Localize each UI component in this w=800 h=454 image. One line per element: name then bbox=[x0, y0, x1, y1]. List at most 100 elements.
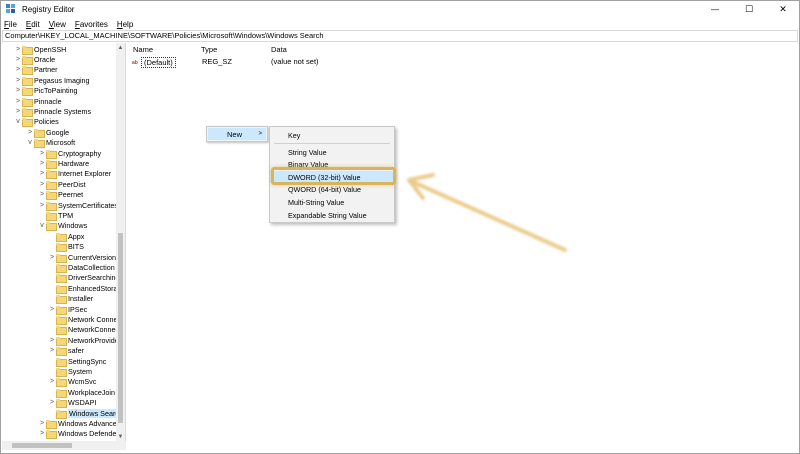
menu-edit[interactable]: Edit bbox=[26, 20, 40, 29]
chevron-right-icon[interactable]: > bbox=[38, 150, 46, 157]
address-bar[interactable]: Computer\HKEY_LOCAL_MACHINE\SOFTWARE\Pol… bbox=[2, 30, 798, 42]
chevron-right-icon[interactable]: > bbox=[38, 202, 46, 209]
scrollbar-thumb[interactable] bbox=[118, 233, 123, 423]
tree-item-label: Pinnacle Systems bbox=[34, 107, 92, 117]
tree-item[interactable]: > NetworkProvide bbox=[48, 335, 119, 346]
tree-item[interactable]: > Pegasus Imaging bbox=[14, 75, 90, 86]
tree-item[interactable]: > Oracle bbox=[14, 54, 55, 66]
tree-item-label: Windows bbox=[58, 221, 88, 231]
tree-item[interactable]: > PeerDist bbox=[38, 179, 86, 190]
submenu-item-key[interactable]: Key bbox=[270, 129, 394, 141]
table-row[interactable]: ab (Default) REG_SZ (value not set) bbox=[128, 57, 798, 68]
scroll-up-icon[interactable]: ▲ bbox=[116, 43, 125, 52]
chevron-right-icon[interactable]: > bbox=[14, 66, 22, 73]
chevron-right-icon[interactable]: > bbox=[14, 56, 22, 63]
tree-item[interactable]: > Windows Defender bbox=[38, 429, 119, 440]
tree-item[interactable]: > WcmSvc bbox=[48, 377, 96, 388]
chevron-right-icon[interactable]: > bbox=[26, 129, 34, 136]
tree-item[interactable]: Appx bbox=[48, 231, 85, 242]
tree-item[interactable]: > safer bbox=[48, 346, 84, 357]
tree-item[interactable]: NetworkConnec bbox=[48, 325, 119, 336]
chevron-right-icon[interactable]: > bbox=[48, 337, 56, 344]
tree-item[interactable]: > Hardware bbox=[38, 158, 89, 170]
folder-icon bbox=[56, 232, 67, 242]
tree-item[interactable]: > OpenSSH bbox=[14, 44, 66, 55]
close-button[interactable]: ✕ bbox=[766, 0, 800, 18]
tree-item-label: PicToPainting bbox=[34, 86, 78, 96]
tree-item[interactable]: BITS bbox=[48, 242, 84, 253]
tree-item[interactable]: > SystemCertificates bbox=[38, 200, 118, 211]
folder-icon bbox=[22, 97, 33, 107]
chevron-right-icon[interactable]: > bbox=[48, 399, 56, 406]
chevron-down-icon[interactable]: v bbox=[26, 139, 34, 146]
tree-item[interactable]: WorkplaceJoin bbox=[48, 387, 115, 398]
tree-item[interactable]: Installer bbox=[48, 294, 93, 305]
chevron-right-icon[interactable]: > bbox=[38, 160, 46, 167]
submenu-item-expandable-string-value[interactable]: Expandable String Value bbox=[270, 209, 394, 221]
tree-vertical-scrollbar[interactable]: ▲ ▼ bbox=[116, 43, 125, 441]
tree-item-label: Internet Explorer bbox=[58, 169, 112, 179]
chevron-right-icon[interactable]: > bbox=[48, 306, 56, 313]
minimize-button[interactable]: — bbox=[698, 0, 732, 18]
submenu-item-multi-string-value[interactable]: Multi-String Value bbox=[270, 196, 394, 208]
submenu-item-string-value[interactable]: String Value bbox=[270, 146, 394, 158]
tree-item[interactable]: > Windows Advance bbox=[38, 418, 117, 430]
chevron-down-icon[interactable]: v bbox=[14, 118, 22, 125]
tree-item[interactable]: DriverSearching bbox=[48, 273, 120, 284]
column-header-type[interactable]: Type bbox=[201, 45, 217, 54]
tree-item[interactable]: > Partner bbox=[14, 65, 58, 76]
menu-view[interactable]: View bbox=[49, 20, 66, 29]
tree-item[interactable]: > Cryptography bbox=[38, 148, 101, 159]
column-header-name[interactable]: Name bbox=[133, 45, 153, 54]
chevron-right-icon: > bbox=[258, 131, 262, 137]
tree-item[interactable]: v Microsoft bbox=[26, 138, 75, 149]
chevron-right-icon[interactable]: > bbox=[14, 77, 22, 84]
tree-item[interactable]: > Peernet bbox=[38, 190, 83, 201]
chevron-right-icon[interactable]: > bbox=[14, 98, 22, 105]
tree-item[interactable]: > PicToPainting bbox=[14, 86, 78, 97]
tree-item[interactable]: SettingSync bbox=[48, 356, 106, 367]
tree-item[interactable]: DataCollection bbox=[48, 262, 115, 274]
chevron-right-icon[interactable]: > bbox=[14, 87, 22, 94]
chevron-right-icon[interactable]: > bbox=[48, 378, 56, 385]
chevron-right-icon[interactable]: > bbox=[14, 108, 22, 115]
tree-item[interactable]: > Internet Explorer bbox=[38, 169, 112, 180]
chevron-right-icon[interactable]: > bbox=[14, 46, 22, 53]
chevron-right-icon[interactable]: > bbox=[38, 420, 46, 427]
column-header-data[interactable]: Data bbox=[271, 45, 287, 54]
tree-item[interactable]: System bbox=[48, 366, 92, 378]
menu-item-new[interactable]: New > bbox=[208, 128, 266, 140]
chevron-right-icon[interactable]: > bbox=[38, 430, 46, 437]
tree-horizontal-scrollbar[interactable] bbox=[2, 441, 126, 450]
close-icon: ✕ bbox=[779, 3, 787, 14]
menu-favorites[interactable]: Favorites bbox=[75, 20, 108, 29]
chevron-right-icon[interactable]: > bbox=[48, 347, 56, 354]
maximize-button[interactable]: ☐ bbox=[732, 0, 766, 18]
scrollbar-thumb[interactable] bbox=[12, 443, 72, 448]
chevron-right-icon[interactable]: > bbox=[38, 191, 46, 198]
chevron-right-icon[interactable]: > bbox=[48, 254, 56, 261]
folder-icon bbox=[46, 201, 57, 211]
tree-item[interactable]: > Google bbox=[26, 127, 69, 138]
tree-item-label: Appx bbox=[68, 231, 85, 241]
tree-item[interactable]: v Windows bbox=[38, 221, 88, 232]
menu-help[interactable]: Help bbox=[117, 20, 133, 29]
tree-item[interactable]: TPM bbox=[38, 210, 73, 222]
scroll-down-icon[interactable]: ▼ bbox=[116, 432, 125, 441]
menu-file[interactable]: File bbox=[4, 20, 17, 29]
tree-item[interactable]: > IPSec bbox=[48, 304, 87, 315]
chevron-right-icon[interactable]: > bbox=[38, 170, 46, 177]
tree-item[interactable]: Windows Searcl bbox=[48, 408, 122, 419]
chevron-down-icon[interactable]: v bbox=[38, 222, 46, 229]
chevron-right-icon[interactable]: > bbox=[38, 181, 46, 188]
tree-item[interactable]: > Pinnacle Systems bbox=[14, 106, 92, 118]
tree-item[interactable]: EnhancedStorag bbox=[48, 283, 122, 294]
folder-icon bbox=[34, 139, 45, 149]
tree-item[interactable]: Network Conne bbox=[48, 314, 118, 326]
tree-item[interactable]: > Pinnacle bbox=[14, 96, 62, 107]
registry-tree[interactable]: > Windows Defender > Windows Advance Windows… bbox=[2, 43, 126, 441]
tree-item[interactable]: v Policies bbox=[14, 117, 59, 128]
tree-item-label: PeerDist bbox=[58, 179, 86, 189]
tree-item[interactable]: > WSDAPI bbox=[48, 398, 96, 409]
tree-item[interactable]: > CurrentVersion bbox=[48, 252, 116, 263]
